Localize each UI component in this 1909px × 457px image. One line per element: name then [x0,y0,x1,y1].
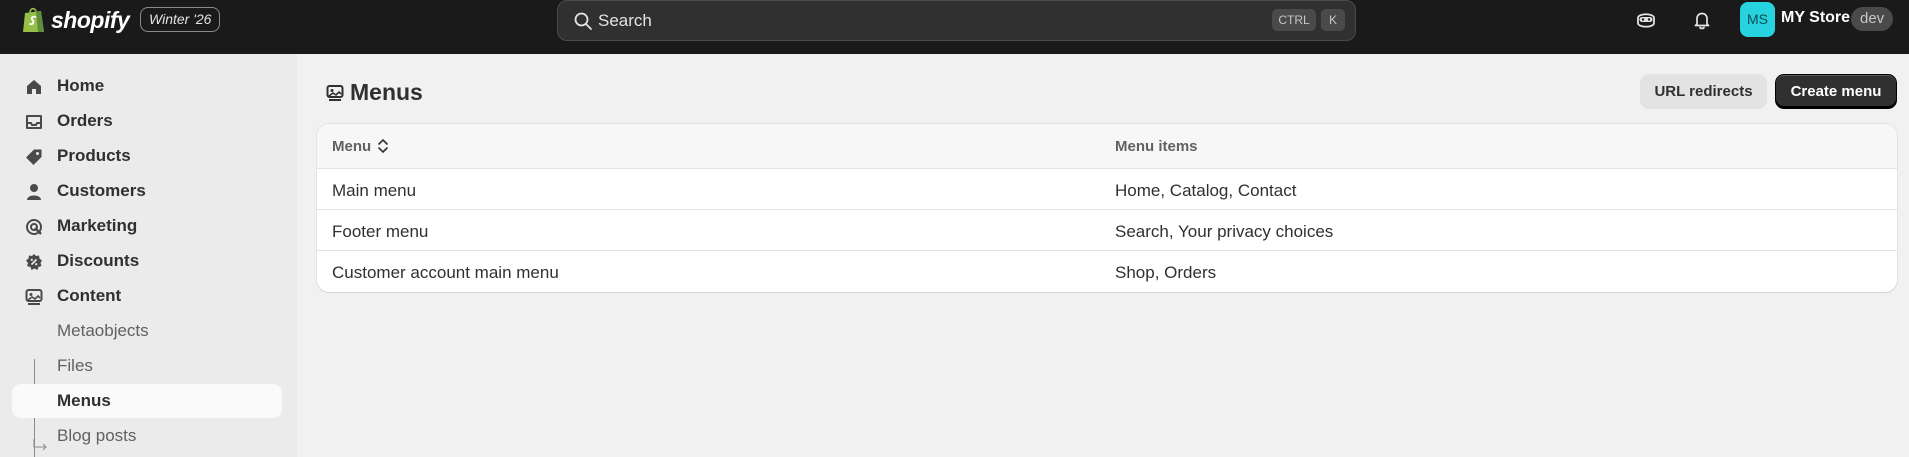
shopify-bag-icon [23,7,44,32]
content-icon [326,84,344,101]
sidebar-item-label: Marketing [57,216,138,235]
store-name[interactable]: MY Store [1781,9,1850,27]
store-dev-badge: dev [1851,7,1894,31]
url-redirects-button[interactable]: URL redirects [1640,74,1767,109]
inbox-icon [26,115,42,129]
notifications-button[interactable] [1688,6,1716,34]
sidebar-item-customers[interactable]: Customers [12,174,282,208]
sidebar: Home Orders Products Customers Marketing… [0,54,297,457]
sidekick-icon [1637,13,1655,28]
menu-items-cell: Shop, Orders [1115,263,1217,282]
sidebar-subitem-label: Blog posts [57,426,137,445]
create-menu-button[interactable]: Create menu [1775,74,1897,109]
table-row[interactable]: Main menu Home, Catalog, Contact [317,169,1897,210]
sidebar-item-marketing[interactable]: Marketing [12,209,282,243]
shortcut-ctrl-key: CTRL [1272,9,1316,31]
page-title: Menus [350,79,423,105]
sidebar-item-products[interactable]: Products [12,139,282,173]
table-header: Menu Menu items [317,124,1897,169]
menu-items-cell: Home, Catalog, Contact [1115,181,1297,200]
sidebar-subitem-metaobjects[interactable]: Metaobjects [12,314,282,348]
sidebar-subitem-label: Metaobjects [57,321,149,340]
menu-name-cell: Footer menu [332,222,429,241]
logo-text: shopify [51,6,130,33]
sidebar-item-content[interactable]: Content [12,279,282,313]
search-icon [574,12,592,30]
search-bar[interactable]: Search CTRL K [557,0,1356,41]
sidebar-subitem-label: Files [57,356,93,375]
sidebar-item-label: Content [57,286,122,305]
store-avatar[interactable]: MS [1740,2,1775,37]
search-placeholder: Search [598,11,652,30]
sidebar-item-label: Discounts [57,251,140,270]
column-header-menu[interactable]: Menu [332,138,371,155]
sidebar-subitem-files[interactable]: Files [12,349,282,383]
menu-name-cell: Main menu [332,181,417,200]
discount-icon [26,254,42,270]
sidekick-button[interactable] [1632,6,1660,34]
edition-badge[interactable]: Winter '26 [140,7,221,32]
sidebar-item-home[interactable]: Home [12,69,282,103]
person-icon [27,184,41,200]
sidebar-item-label: Products [57,146,131,165]
sidebar-subitem-blog-posts[interactable]: Blog posts [12,419,282,453]
sidebar-item-label: Orders [57,111,113,130]
sidebar-subitem-label: Menus [57,391,111,410]
content-icon [25,289,43,305]
target-icon [26,219,42,235]
menu-name-cell: Customer account main menu [332,263,559,282]
home-icon [27,80,41,94]
sidebar-item-discounts[interactable]: Discounts [12,244,282,278]
sidebar-item-label: Customers [57,181,146,200]
sort-icon[interactable] [377,137,389,155]
table-row[interactable]: Customer account main menu Shop, Orders [317,251,1897,292]
sidebar-item-orders[interactable]: Orders [12,104,282,138]
sidebar-item-label: Home [57,76,105,95]
bell-icon [1694,12,1710,30]
tag-icon [26,149,42,165]
table-row[interactable]: Footer menu Search, Your privacy choices [317,210,1897,251]
column-header-menu-items: Menu items [1115,138,1198,155]
menu-items-cell: Search, Your privacy choices [1115,222,1334,241]
shortcut-k-key: K [1321,9,1345,31]
page-header: Menus [326,79,423,106]
top-bar: shopify Winter '26 Search CTRL K MS MY S… [0,0,1909,54]
shopify-logo[interactable]: shopify [22,5,130,35]
menus-table: Menu Menu items Main menu Home, Catalog,… [317,124,1897,292]
sidebar-subitem-menus[interactable]: Menus [12,384,282,418]
